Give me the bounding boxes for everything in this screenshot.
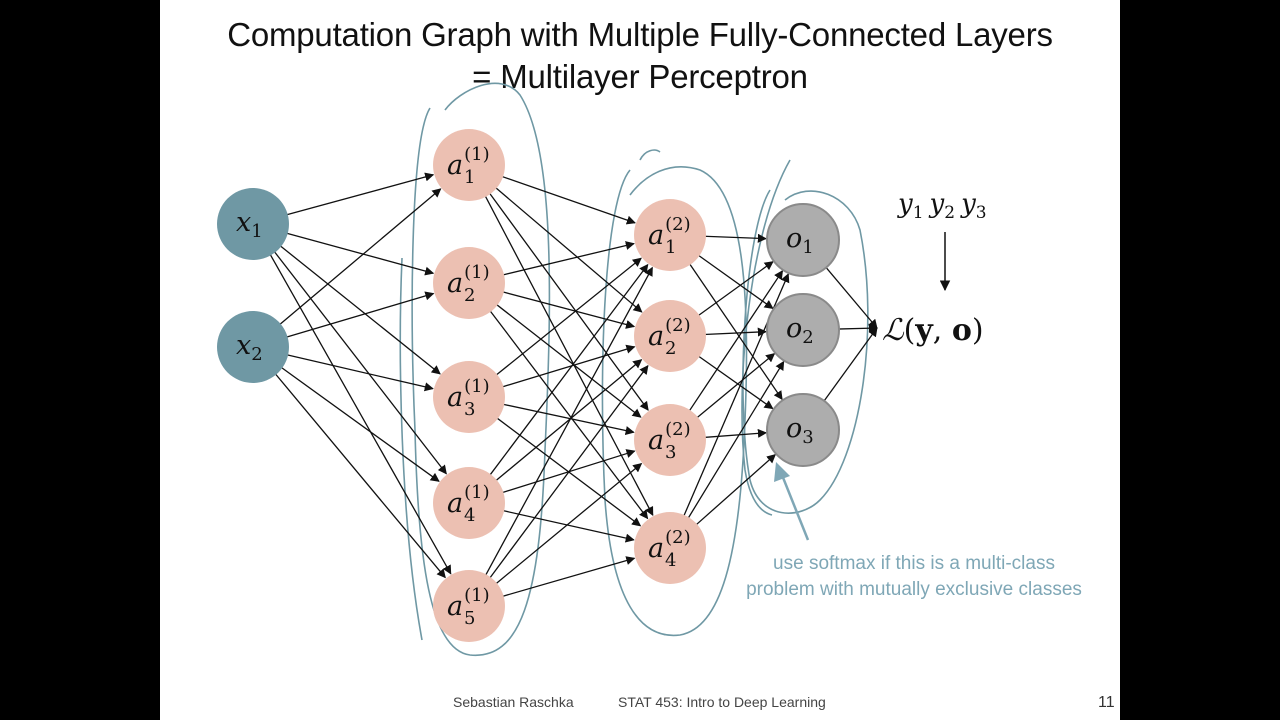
loss-o: o — [952, 313, 972, 348]
edge-hidden1-3-to-hidden2-3 — [502, 403, 635, 435]
edge-hidden1-1-to-hidden2-2 — [494, 186, 643, 313]
node-circle — [433, 361, 505, 433]
node-hidden2-4: a(2) 4 — [634, 512, 706, 584]
hidden2-top-mark — [639, 149, 661, 161]
node-hidden2-3: a(2) 3 — [634, 404, 706, 476]
node-circle — [634, 300, 706, 372]
edge-hidden2-4-to-output-3 — [695, 453, 777, 526]
node-hidden2-2: a(2) 2 — [634, 300, 706, 372]
footer-author: Sebastian Raschka — [453, 694, 574, 710]
edge-hidden1-1-to-hidden2-4 — [484, 194, 654, 517]
node-hidden1-1: a(1) 1 — [433, 129, 505, 201]
edge-input-1-to-hidden1-5 — [269, 253, 452, 575]
page-number: 11 — [1098, 694, 1115, 711]
node-circle — [634, 199, 706, 271]
annotation-line-1: use softmax if this is a multi-class — [773, 553, 1055, 574]
node-hidden1-5: a(1) 5 — [433, 570, 505, 642]
loss-y: y — [914, 313, 934, 348]
edge-hidden1-4-to-hidden2-2 — [494, 359, 643, 482]
annotation-arrow — [780, 474, 810, 541]
edge-output-2-to-loss — [836, 323, 878, 333]
node-circle — [433, 467, 505, 539]
edge-hidden1-5-to-hidden2-3 — [494, 462, 643, 585]
edge-input-2-to-hidden1-5 — [274, 372, 446, 579]
edge-input-1-to-hidden1-4 — [273, 250, 447, 475]
loss-script-l: ℒ — [882, 313, 905, 348]
edge-hidden2-1-to-output-1 — [703, 233, 767, 243]
target-y2-base: y — [929, 189, 945, 219]
slide: Computation Graph with Multiple Fully-Co… — [160, 0, 1120, 720]
annotation-arrowhead — [774, 462, 790, 482]
node-hidden1-3: a(1) 3 — [433, 361, 505, 433]
loss-close: ) — [972, 313, 984, 348]
node-circle — [433, 570, 505, 642]
node-hidden2-1: a(2) 1 — [634, 199, 706, 271]
edge-hidden2-3-to-output-3 — [703, 428, 768, 439]
edge-hidden2-2-to-output-2 — [703, 327, 767, 337]
target-y1-base: y — [897, 189, 913, 219]
node-circle — [433, 129, 505, 201]
node-input-2: x2 — [217, 311, 289, 383]
node-output-3: o3 — [766, 393, 840, 467]
target-y3-base: y — [960, 189, 976, 219]
targets-label: y1 y2 y3 — [897, 189, 987, 223]
node-circle — [433, 247, 505, 319]
loss-open: ( — [904, 313, 916, 348]
target-y3-sub: 3 — [976, 203, 987, 223]
edge-input-2-to-hidden1-3 — [285, 354, 434, 392]
node-output-1: o1 — [766, 203, 840, 277]
node-input-1: x1 — [217, 188, 289, 260]
target-y1-sub: 1 — [913, 203, 924, 223]
edge-hidden2-2-to-output-1 — [697, 261, 774, 317]
annotation-line-2: problem with mutually exclusive classes — [746, 579, 1082, 600]
edge-input-2-to-hidden1-1 — [278, 188, 442, 326]
node-hidden1-4: a(1) 4 — [433, 467, 505, 539]
edge-hidden1-1-to-hidden2-1 — [500, 175, 636, 225]
mlp-diagram: x1 x2 a(1) 1 a(1) 2 a(1) 3 a(1) 4 a(1) 5 a(2) 1 a(2) 2 a… — [217, 82, 987, 657]
edge-hidden1-5-to-hidden2-2 — [488, 364, 649, 580]
edge-hidden1-2-to-hidden2-3 — [495, 303, 642, 418]
node-output-2: o2 — [766, 293, 840, 367]
edge-hidden1-3-to-hidden2-1 — [495, 257, 642, 377]
target-y2-sub: 2 — [944, 203, 955, 223]
edge-hidden1-2-to-hidden2-4 — [489, 309, 649, 520]
hidden1-inner-mark — [399, 257, 423, 641]
node-circle — [634, 404, 706, 476]
loss-comma: , — [933, 313, 952, 348]
footer-course: STAT 453: Intro to Deep Learning — [618, 694, 826, 710]
loss-label: ℒ(y, o) — [882, 313, 984, 348]
edge-hidden2-1-to-output-2 — [697, 254, 774, 310]
edge-hidden1-5-to-hidden2-4 — [501, 556, 636, 598]
edge-input-1-to-hidden1-3 — [279, 244, 441, 375]
node-circle — [634, 512, 706, 584]
edge-hidden1-5-to-hidden2-1 — [484, 266, 653, 577]
edge-hidden1-2-to-hidden2-1 — [501, 241, 635, 276]
node-hidden1-2: a(1) 2 — [433, 247, 505, 319]
edge-hidden1-4-to-hidden2-1 — [488, 263, 649, 477]
edge-input-1-to-hidden1-1 — [285, 172, 435, 216]
edge-hidden1-1-to-hidden2-3 — [488, 192, 649, 411]
